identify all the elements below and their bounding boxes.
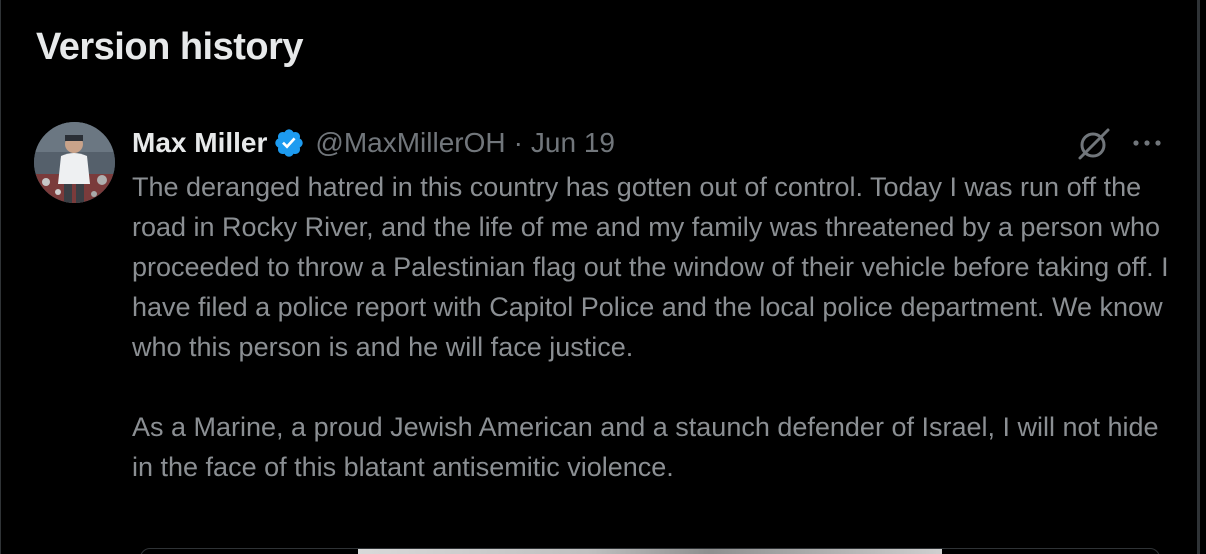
tweet-body: The deranged hatred in this country has … bbox=[132, 167, 1182, 487]
author-handle[interactable]: @MaxMillerOH bbox=[315, 127, 505, 159]
tweet-date[interactable]: Jun 19 bbox=[531, 127, 615, 159]
more-options-icon[interactable] bbox=[1130, 128, 1164, 158]
tweet-header: Max Miller @MaxMillerOH · Jun 19 bbox=[132, 123, 615, 163]
media-preview[interactable] bbox=[358, 549, 942, 554]
tweet-paragraph: The deranged hatred in this country has … bbox=[132, 172, 1169, 362]
avatar[interactable] bbox=[34, 122, 115, 203]
grok-icon[interactable] bbox=[1076, 126, 1112, 162]
author-name[interactable]: Max Miller bbox=[132, 127, 267, 159]
page-title: Version history bbox=[36, 26, 304, 68]
separator-dot: · bbox=[513, 127, 523, 158]
verified-badge-icon[interactable] bbox=[273, 127, 305, 159]
tweet-paragraph: As a Marine, a proud Jewish American and… bbox=[132, 412, 1159, 482]
